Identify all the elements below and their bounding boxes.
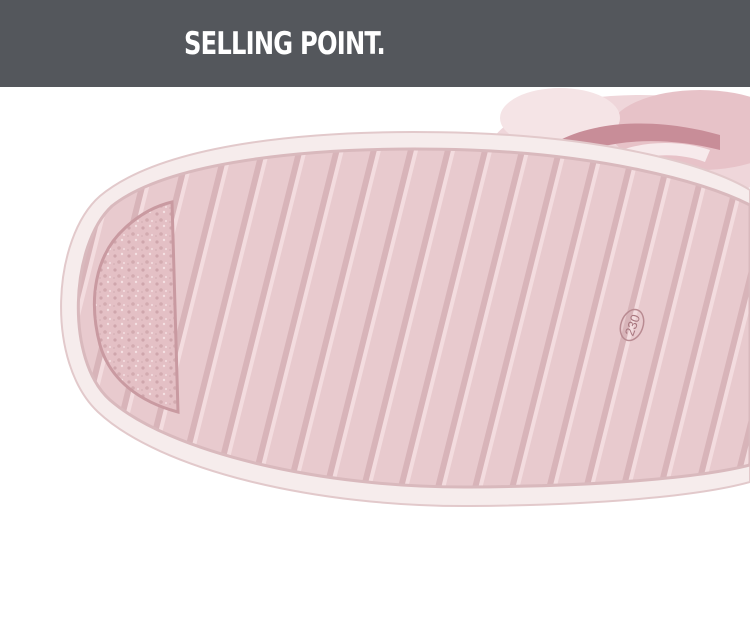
section-header-banner: SELLING POINT. [0,0,750,87]
shoe-sole-photo: 230 [0,87,750,642]
section-title: SELLING POINT. [184,26,386,62]
